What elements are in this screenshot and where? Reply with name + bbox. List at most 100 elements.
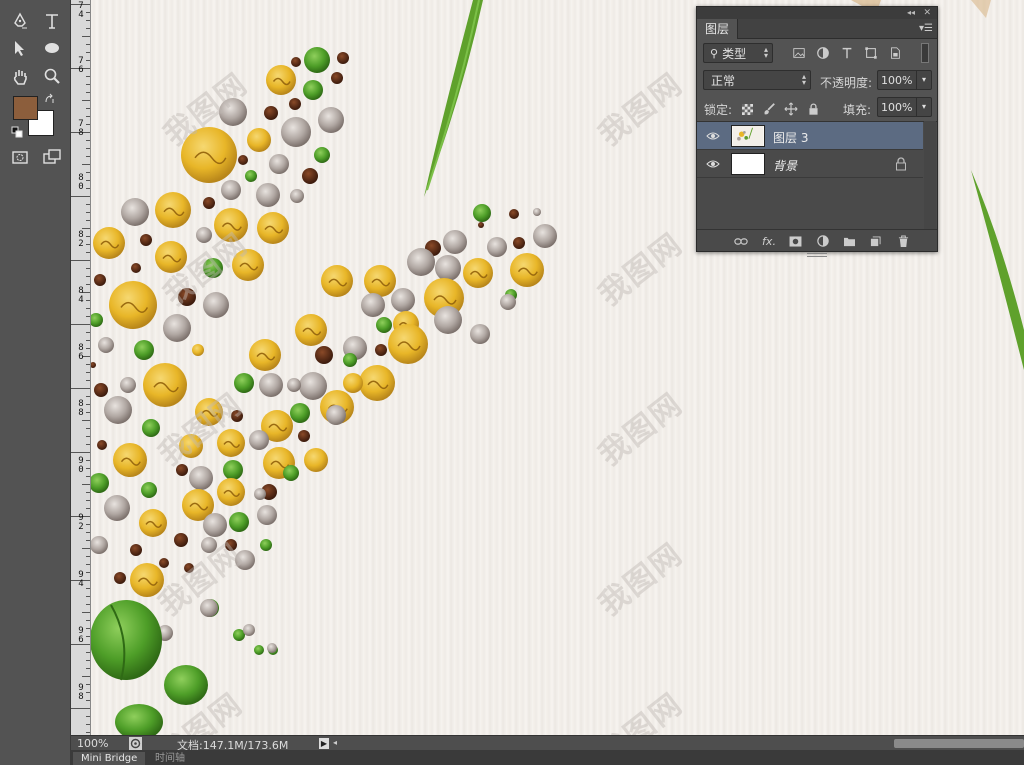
dropdown-arrow-icon[interactable]: ▾ bbox=[916, 71, 931, 89]
hand-icon[interactable] bbox=[8, 65, 32, 87]
bead bbox=[174, 533, 188, 547]
blend-mode-select[interactable]: 正常 ▴ ▾ bbox=[703, 70, 811, 90]
lock-pixels-icon[interactable] bbox=[761, 101, 777, 117]
ruler-tick bbox=[86, 252, 90, 253]
scroll-thumb[interactable] bbox=[894, 739, 1024, 748]
layer-name[interactable]: 背景 bbox=[773, 157, 797, 174]
eye-icon[interactable] bbox=[706, 130, 720, 142]
eye-icon[interactable] bbox=[706, 158, 720, 170]
default-colors-icon[interactable] bbox=[11, 126, 23, 138]
tab-mini-bridge[interactable]: Mini Bridge bbox=[73, 752, 146, 765]
bead bbox=[303, 80, 323, 100]
panel-menu-icon[interactable]: ▾☰ bbox=[919, 23, 933, 34]
bead bbox=[203, 292, 229, 318]
bead bbox=[256, 183, 280, 207]
shape-filter-icon[interactable] bbox=[863, 45, 879, 61]
type-filter-icon[interactable] bbox=[839, 45, 855, 61]
layer-row-layer3[interactable]: 图层 3 bbox=[697, 122, 923, 150]
blend-mode-value: 正常 bbox=[711, 73, 736, 88]
bead bbox=[104, 396, 132, 424]
ruler-tick bbox=[86, 108, 90, 109]
ruler-tick bbox=[86, 12, 90, 13]
image-filter-icon[interactable] bbox=[791, 45, 807, 61]
collapse-icon[interactable]: ◂◂ bbox=[907, 7, 915, 19]
ellipse-icon[interactable] bbox=[40, 37, 64, 59]
filter-kind-select[interactable]: ⚲ 类型 ▴ ▾ bbox=[703, 43, 773, 63]
bead bbox=[131, 263, 141, 273]
ruler-tick bbox=[86, 396, 90, 397]
layers-scrollbar[interactable] bbox=[924, 121, 936, 229]
adjustment-layer-icon[interactable] bbox=[815, 234, 831, 248]
scroll-left-icon[interactable]: ◂ bbox=[333, 738, 337, 747]
ruler-tick bbox=[86, 404, 90, 405]
ruler-tick bbox=[86, 340, 90, 341]
layer-name[interactable]: 图层 3 bbox=[773, 129, 808, 146]
new-layer-icon[interactable] bbox=[867, 234, 883, 248]
bead bbox=[91, 473, 109, 493]
tab-timeline[interactable]: 时间轴 bbox=[147, 752, 193, 765]
bead bbox=[314, 147, 330, 163]
ruler-label: 8 6 bbox=[78, 343, 84, 362]
pen-icon[interactable] bbox=[8, 10, 32, 32]
ruler-tick bbox=[86, 60, 90, 61]
horizontal-scrollbar[interactable]: ◂ bbox=[333, 738, 1024, 749]
ruler-tick bbox=[86, 604, 90, 605]
panel-footer: fx. bbox=[697, 229, 937, 251]
link-layers-icon[interactable] bbox=[733, 234, 749, 248]
fx-icon[interactable]: fx. bbox=[761, 234, 777, 248]
zoom-icon[interactable] bbox=[40, 65, 64, 87]
ruler-tick bbox=[86, 588, 90, 589]
panel-tabs: 图层 ▾☰ bbox=[697, 19, 937, 39]
lock-position-icon[interactable] bbox=[783, 101, 799, 117]
new-group-icon[interactable] bbox=[841, 234, 857, 248]
bead bbox=[260, 539, 272, 551]
status-info-icon[interactable] bbox=[129, 737, 142, 750]
blend-row: 正常 ▴ ▾ 不透明度: 100% ▾ bbox=[697, 67, 937, 95]
ruler-tick bbox=[86, 364, 90, 365]
bead bbox=[473, 204, 491, 222]
lock-transparent-icon[interactable] bbox=[739, 101, 755, 117]
bead bbox=[203, 197, 215, 209]
bead bbox=[290, 189, 304, 203]
tab-layers[interactable]: 图层 bbox=[697, 19, 739, 39]
panel-titlebar[interactable]: ◂◂ ✕ bbox=[697, 7, 937, 19]
fill-input[interactable]: 100% ▾ bbox=[877, 97, 932, 117]
smart-object-filter-icon[interactable] bbox=[887, 45, 903, 61]
filter-toggle[interactable] bbox=[921, 43, 929, 63]
bead bbox=[247, 128, 271, 152]
quick-mask-icon[interactable] bbox=[8, 146, 32, 168]
layer-row-background[interactable]: 背景 bbox=[697, 150, 923, 178]
bead bbox=[223, 460, 243, 480]
ruler-tick bbox=[82, 420, 90, 421]
adjustment-filter-icon[interactable] bbox=[815, 45, 831, 61]
ruler-tick bbox=[86, 236, 90, 237]
ruler-tick bbox=[71, 708, 90, 709]
foreground-color[interactable] bbox=[13, 96, 38, 120]
opacity-label: 不透明度: bbox=[820, 76, 873, 90]
type-icon[interactable] bbox=[40, 10, 64, 32]
lock-all-icon[interactable] bbox=[805, 101, 821, 117]
zoom-level[interactable]: 100% bbox=[77, 737, 108, 750]
bead bbox=[91, 362, 96, 368]
ruler-tick bbox=[86, 276, 90, 277]
ruler-tick bbox=[86, 188, 90, 189]
ruler-tick bbox=[86, 412, 90, 413]
bead bbox=[97, 440, 107, 450]
path-select-icon[interactable] bbox=[8, 37, 32, 59]
ruler-tick bbox=[82, 164, 90, 165]
swap-colors-icon[interactable] bbox=[44, 93, 56, 105]
delete-layer-icon[interactable] bbox=[895, 234, 911, 248]
panel-resize-grip[interactable] bbox=[807, 253, 827, 257]
bead bbox=[94, 274, 106, 286]
opacity-input[interactable]: 100% ▾ bbox=[877, 70, 932, 90]
add-mask-icon[interactable] bbox=[787, 234, 803, 248]
status-menu-arrow-icon[interactable]: ▶ bbox=[319, 738, 329, 749]
ruler-label: 8 0 bbox=[78, 173, 84, 192]
layer-thumbnail bbox=[731, 125, 765, 147]
dropdown-arrow-icon[interactable]: ▾ bbox=[916, 98, 931, 116]
bead bbox=[130, 544, 142, 556]
screen-mode-icon[interactable] bbox=[40, 146, 64, 168]
close-icon[interactable]: ✕ bbox=[923, 7, 931, 19]
vertical-ruler[interactable]: 7 4 7 6 7 8 8 0 8 2 8 4 8 6 8 8 9 0 9 2 9 4 9 6 9 8 bbox=[71, 0, 91, 735]
ruler-tick bbox=[86, 436, 90, 437]
